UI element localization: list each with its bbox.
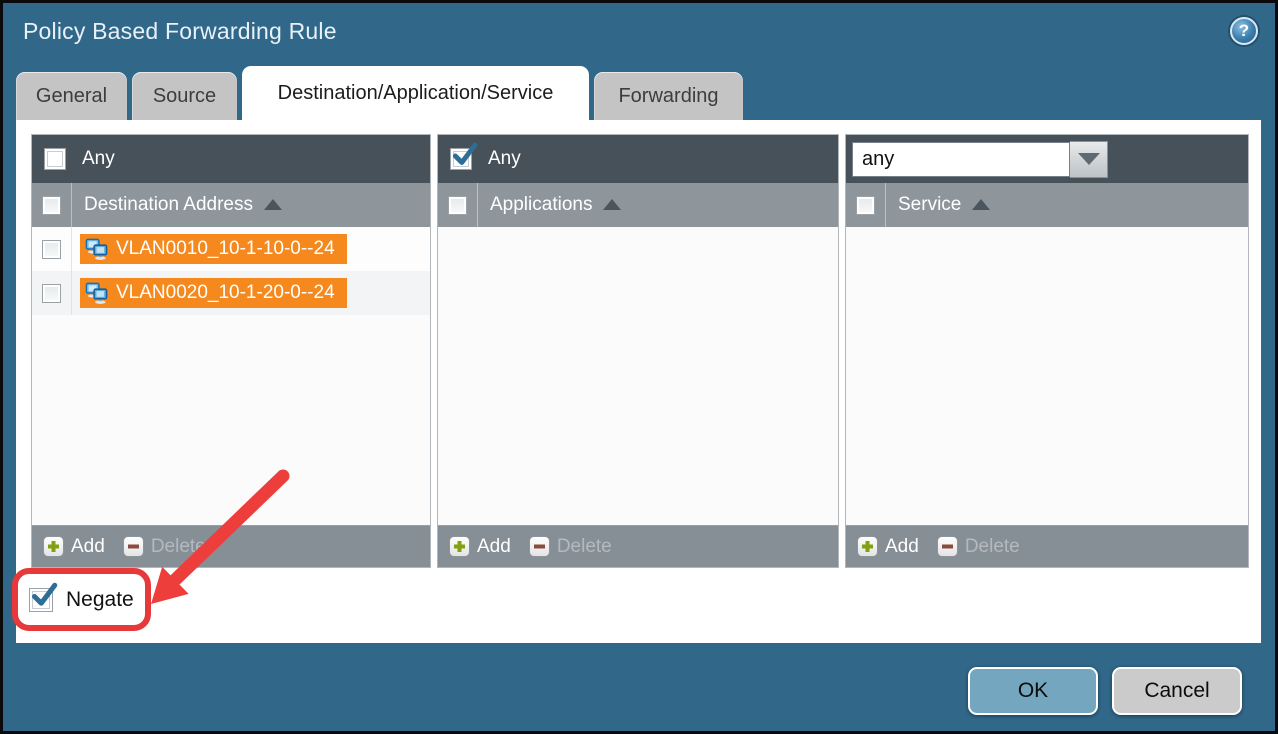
minus-icon bbox=[123, 536, 144, 557]
destination-list: VLAN0010_10-1-10-0--24 bbox=[32, 227, 430, 525]
applications-select-all-cell bbox=[438, 183, 478, 227]
delete-button[interactable]: Delete bbox=[123, 536, 206, 558]
pbf-rule-dialog: Policy Based Forwarding Rule ? General S… bbox=[0, 0, 1278, 734]
cancel-button[interactable]: Cancel bbox=[1112, 667, 1242, 715]
address-object-label: VLAN0010_10-1-10-0--24 bbox=[116, 238, 335, 260]
plus-icon bbox=[43, 536, 64, 557]
delete-label: Delete bbox=[151, 536, 206, 558]
service-select-all-checkbox[interactable] bbox=[856, 196, 875, 215]
destination-column-label: Destination Address bbox=[84, 194, 253, 216]
add-label: Add bbox=[477, 536, 511, 558]
destination-any-checkbox[interactable] bbox=[44, 148, 66, 170]
delete-button[interactable]: Delete bbox=[529, 536, 612, 558]
tab-destination-application-service[interactable]: Destination/Application/Service bbox=[242, 66, 589, 120]
add-label: Add bbox=[71, 536, 105, 558]
table-row: VLAN0010_10-1-10-0--24 bbox=[32, 227, 430, 271]
panels-row: Any Destination Address bbox=[31, 134, 1249, 568]
add-button[interactable]: Add bbox=[857, 536, 919, 558]
service-any-header: any bbox=[846, 135, 1248, 183]
tab-source[interactable]: Source bbox=[132, 72, 237, 120]
chevron-down-icon bbox=[1078, 153, 1100, 165]
destination-any-header: Any bbox=[32, 135, 430, 183]
tab-forwarding[interactable]: Forwarding bbox=[594, 72, 743, 120]
address-object-chip[interactable]: VLAN0010_10-1-10-0--24 bbox=[80, 234, 347, 264]
delete-label: Delete bbox=[965, 536, 1020, 558]
service-select-all-cell bbox=[846, 183, 886, 227]
service-toolbar: Add Delete bbox=[846, 525, 1248, 567]
row-checkbox-cell bbox=[32, 271, 72, 315]
service-dropdown-value[interactable]: any bbox=[852, 142, 1070, 177]
service-list bbox=[846, 227, 1248, 525]
add-button[interactable]: Add bbox=[43, 536, 105, 558]
service-dropdown-button[interactable] bbox=[1070, 141, 1108, 178]
network-address-icon bbox=[84, 282, 109, 305]
applications-column-label: Applications bbox=[490, 194, 592, 216]
dialog-title: Policy Based Forwarding Rule bbox=[23, 18, 337, 45]
destination-toolbar: Add Delete bbox=[32, 525, 430, 567]
checkmark-icon bbox=[30, 583, 57, 610]
help-glyph: ? bbox=[1239, 21, 1249, 41]
sort-ascending-icon bbox=[603, 199, 621, 210]
plus-icon bbox=[857, 536, 878, 557]
checkmark-icon bbox=[451, 143, 477, 169]
negate-checkbox[interactable] bbox=[29, 588, 53, 612]
sort-ascending-icon bbox=[972, 199, 990, 210]
delete-label: Delete bbox=[557, 536, 612, 558]
table-row: VLAN0020_10-1-20-0--24 bbox=[32, 271, 430, 315]
destination-select-all-cell bbox=[32, 183, 72, 227]
row-checkbox[interactable] bbox=[42, 284, 61, 303]
applications-select-all-checkbox[interactable] bbox=[448, 196, 467, 215]
applications-any-label: Any bbox=[488, 148, 521, 170]
applications-any-checkbox[interactable] bbox=[450, 148, 472, 170]
help-icon[interactable]: ? bbox=[1230, 17, 1258, 45]
row-checkbox-cell bbox=[32, 227, 72, 271]
applications-panel: Any Applications Add bbox=[437, 134, 839, 568]
applications-toolbar: Add Delete bbox=[438, 525, 838, 567]
applications-list bbox=[438, 227, 838, 525]
destination-select-all-checkbox[interactable] bbox=[42, 196, 61, 215]
row-checkbox[interactable] bbox=[42, 240, 61, 259]
tab-general[interactable]: General bbox=[16, 72, 127, 120]
service-column-header[interactable]: Service bbox=[846, 183, 1248, 227]
service-column-label: Service bbox=[898, 194, 961, 216]
applications-any-header: Any bbox=[438, 135, 838, 183]
service-panel: any Service bbox=[845, 134, 1249, 568]
ok-button[interactable]: OK bbox=[968, 667, 1098, 715]
minus-icon bbox=[529, 536, 550, 557]
destination-column-header[interactable]: Destination Address bbox=[32, 183, 430, 227]
negate-label: Negate bbox=[66, 588, 134, 612]
tab-bar: General Source Destination/Application/S… bbox=[16, 66, 743, 120]
plus-icon bbox=[449, 536, 470, 557]
network-address-icon bbox=[84, 238, 109, 261]
destination-address-panel: Any Destination Address bbox=[31, 134, 431, 568]
service-dropdown: any bbox=[852, 141, 1108, 178]
add-button[interactable]: Add bbox=[449, 536, 511, 558]
minus-icon bbox=[937, 536, 958, 557]
add-label: Add bbox=[885, 536, 919, 558]
applications-column-header[interactable]: Applications bbox=[438, 183, 838, 227]
delete-button[interactable]: Delete bbox=[937, 536, 1020, 558]
sort-ascending-icon bbox=[264, 199, 282, 210]
address-object-chip[interactable]: VLAN0020_10-1-20-0--24 bbox=[80, 278, 347, 308]
destination-any-label: Any bbox=[82, 148, 115, 170]
address-object-label: VLAN0020_10-1-20-0--24 bbox=[116, 282, 335, 304]
tab-content: Any Destination Address bbox=[16, 120, 1261, 643]
negate-highlight-annotation: Negate bbox=[12, 568, 151, 631]
